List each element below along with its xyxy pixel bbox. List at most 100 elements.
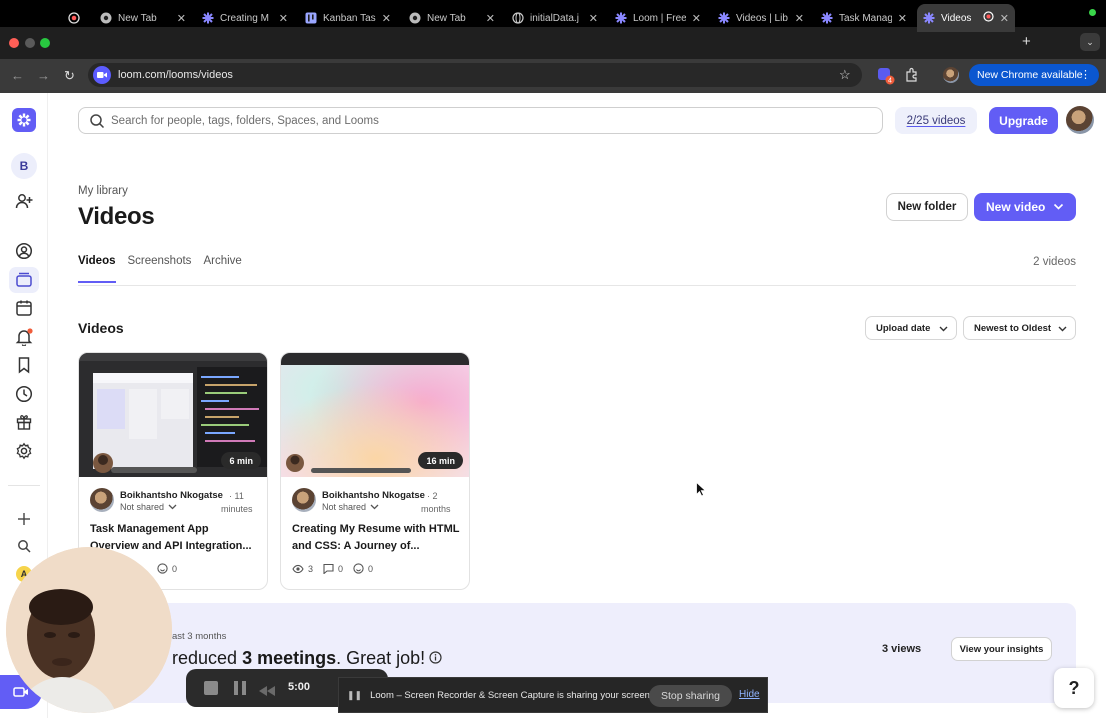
tab-loom-free[interactable]: Loom | Free ✕ xyxy=(609,4,707,32)
extensions-puzzle-icon[interactable] xyxy=(904,67,920,83)
close-tab-icon[interactable]: ✕ xyxy=(382,12,391,25)
calendar-icon[interactable] xyxy=(14,298,34,318)
maximize-window-button[interactable] xyxy=(40,38,50,48)
chevron-down-icon xyxy=(370,504,379,510)
tab-screenshots[interactable]: Screenshots xyxy=(128,255,192,283)
new-chrome-available-button[interactable]: New Chrome available ⋮ xyxy=(969,64,1099,86)
close-window-button[interactable] xyxy=(9,38,19,48)
profile-icon[interactable] xyxy=(14,241,34,261)
sidebar-search-icon[interactable] xyxy=(14,536,34,556)
settings-gear-icon[interactable] xyxy=(14,441,34,461)
author-name: Boikhantsho Nkogatse xyxy=(322,490,425,501)
author-avatar xyxy=(90,488,114,512)
close-tab-icon[interactable]: ✕ xyxy=(692,12,701,25)
loom-logo-icon[interactable] xyxy=(12,108,36,132)
tab-new-tab-2[interactable]: New Tab ✕ xyxy=(403,4,501,32)
pause-sharing-icon[interactable]: ❚❚ xyxy=(347,690,362,701)
close-tab-icon[interactable]: ✕ xyxy=(486,12,495,25)
video-thumbnail[interactable]: 6 min xyxy=(79,353,267,477)
breadcrumb[interactable]: My library xyxy=(78,185,128,197)
smiley-icon xyxy=(353,563,364,574)
tab-creating[interactable]: Creating M ✕ xyxy=(196,4,294,32)
sharing-status-dropdown[interactable]: Not shared xyxy=(322,502,380,512)
close-tab-icon[interactable]: ✕ xyxy=(177,12,186,25)
sort-order-dropdown[interactable]: Newest to Oldest xyxy=(963,316,1076,340)
tab-videos[interactable]: Videos xyxy=(78,255,116,283)
sharing-status-dropdown[interactable]: Not shared xyxy=(120,502,178,512)
extension-badge-icon[interactable]: 4 xyxy=(877,67,895,85)
comments-count: 0 xyxy=(323,563,343,574)
history-clock-icon[interactable] xyxy=(14,384,34,404)
back-icon[interactable]: ← xyxy=(11,68,24,83)
video-quota-button[interactable]: 2/25 videos xyxy=(895,107,977,134)
close-tab-icon[interactable]: ✕ xyxy=(279,12,288,25)
video-title[interactable]: Creating My Resume with HTML and CSS: A … xyxy=(292,521,462,554)
stop-sharing-button[interactable]: Stop sharing xyxy=(649,685,732,707)
more-vertical-icon[interactable]: ⋮ xyxy=(1080,68,1091,81)
chevron-down-icon xyxy=(939,326,948,332)
stop-recording-icon[interactable] xyxy=(204,681,218,700)
invite-user-icon[interactable] xyxy=(14,191,34,211)
globe-icon xyxy=(512,12,524,24)
loom-icon xyxy=(821,12,833,24)
close-tab-icon[interactable]: ✕ xyxy=(589,12,598,25)
video-thumbnail[interactable]: 16 min xyxy=(281,353,469,477)
new-video-button[interactable]: New video xyxy=(974,193,1076,221)
tab-search-chevron-icon[interactable]: ⌄ xyxy=(1080,33,1100,51)
tab-videos-lib[interactable]: Videos | Lib ✕ xyxy=(712,4,810,32)
upgrade-button[interactable]: Upgrade xyxy=(989,107,1058,134)
hide-sharing-link[interactable]: Hide xyxy=(739,689,760,700)
new-tab-button[interactable]: + xyxy=(1022,33,1031,50)
video-card[interactable]: 16 min Boikhantsho Nkogatse · 2 months No… xyxy=(280,352,470,590)
tab-recording[interactable] xyxy=(62,4,92,32)
close-tab-icon[interactable]: ✕ xyxy=(795,12,804,25)
user-avatar[interactable] xyxy=(1066,106,1094,134)
section-title: Videos xyxy=(78,320,124,336)
duration-badge: 6 min xyxy=(221,452,261,469)
search-input[interactable] xyxy=(111,114,811,127)
url-field[interactable]: loom.com/looms/videos xyxy=(88,63,862,87)
reactions-count: 0 xyxy=(157,563,177,574)
new-folder-button[interactable]: New folder xyxy=(886,193,968,221)
webcam-feed-image xyxy=(6,547,172,713)
search-bar[interactable] xyxy=(78,107,883,134)
pause-icon[interactable] xyxy=(234,681,246,700)
rewind-icon[interactable] xyxy=(259,683,275,701)
close-tab-icon[interactable]: ✕ xyxy=(898,12,907,25)
bookmark-icon[interactable] xyxy=(14,355,34,375)
info-icon[interactable] xyxy=(429,651,442,664)
library-tabs: Videos Screenshots Archive xyxy=(78,255,254,283)
kanban-icon xyxy=(305,12,317,24)
reload-icon[interactable]: ↻ xyxy=(64,68,75,84)
library-icon[interactable] xyxy=(14,270,34,290)
tab-videos-active[interactable]: Videos ✕ xyxy=(917,4,1015,32)
gift-icon[interactable] xyxy=(14,412,34,432)
close-tab-icon[interactable]: ✕ xyxy=(1000,12,1009,25)
minimize-window-button[interactable] xyxy=(25,38,35,48)
sharing-message: Loom – Screen Recorder & Screen Capture … xyxy=(370,689,653,701)
forward-icon[interactable]: → xyxy=(37,68,50,83)
profile-avatar[interactable] xyxy=(943,67,959,83)
record-icon xyxy=(68,12,80,24)
workspace-avatar[interactable]: B xyxy=(11,153,37,179)
mouse-cursor-icon xyxy=(696,482,706,496)
comment-icon xyxy=(323,563,334,574)
tab-initialdata[interactable]: initialData.j ✕ xyxy=(506,4,604,32)
chevron-down-icon xyxy=(1053,203,1064,210)
tab-task-manag[interactable]: Task Manag ✕ xyxy=(815,4,913,32)
tab-kanban[interactable]: Kanban Tas ✕ xyxy=(299,4,397,32)
page-title: Videos xyxy=(78,203,155,230)
chrome-icon xyxy=(100,12,112,24)
bookmark-star-icon[interactable]: ☆ xyxy=(839,67,851,83)
video-title[interactable]: Task Management App Overview and API Int… xyxy=(90,521,260,554)
add-plus-icon[interactable] xyxy=(14,509,34,529)
tab-new-tab-1[interactable]: New Tab ✕ xyxy=(94,4,192,32)
help-button[interactable]: ? xyxy=(1054,668,1094,708)
recording-indicator-icon xyxy=(1089,9,1096,16)
tab-archive[interactable]: Archive xyxy=(203,255,241,283)
camera-bubble[interactable] xyxy=(6,547,172,713)
view-insights-button[interactable]: View your insights xyxy=(951,637,1052,661)
notifications-bell-icon[interactable] xyxy=(14,327,34,347)
views-count: 3 xyxy=(292,564,313,574)
sort-field-dropdown[interactable]: Upload date xyxy=(865,316,957,340)
